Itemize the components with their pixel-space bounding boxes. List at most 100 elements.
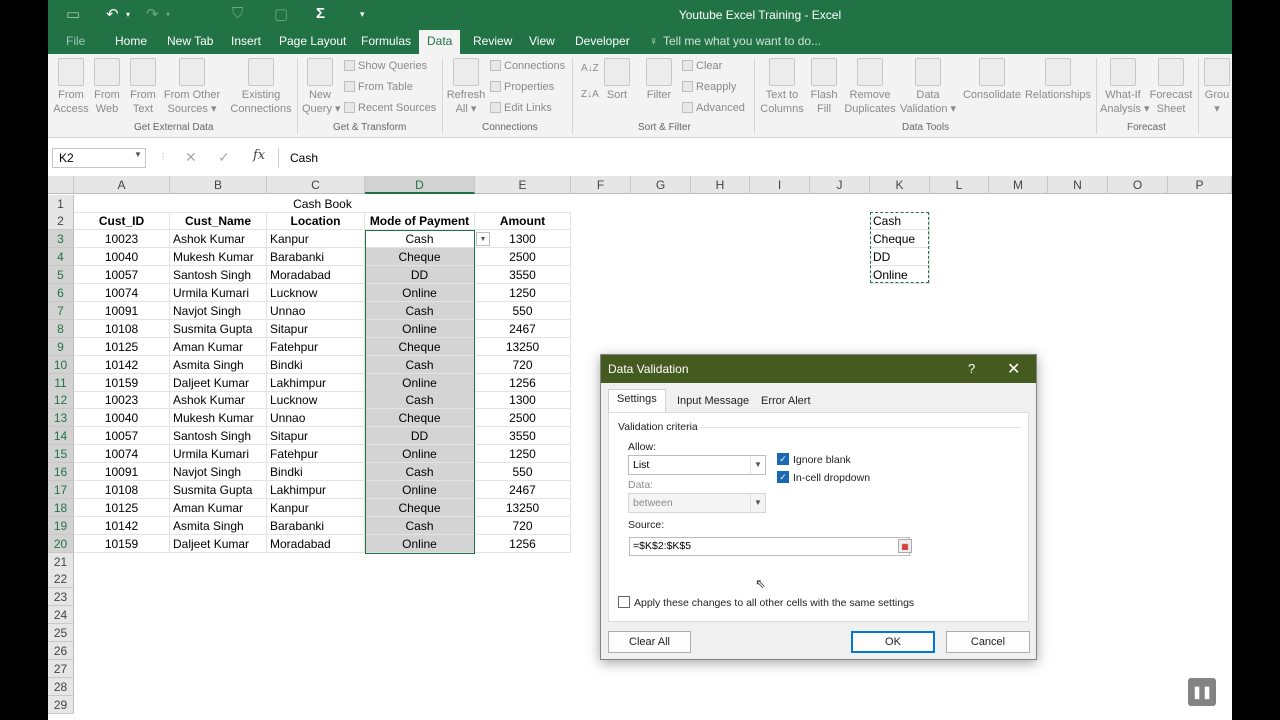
close-icon[interactable]: ✕ [1007, 359, 1020, 379]
table-cell[interactable]: Moradabad [267, 534, 365, 553]
column-header-a[interactable]: A [74, 176, 170, 194]
list-source-cell[interactable]: Cheque [870, 230, 930, 249]
row-header-8[interactable]: 8 [48, 319, 74, 338]
table-cell[interactable]: 3550 [475, 266, 571, 285]
tab-error-alert[interactable]: Error Alert [753, 392, 819, 412]
table-cell[interactable]: 2467 [475, 480, 571, 499]
table-cell[interactable]: 550 [475, 301, 571, 320]
table-cell[interactable]: 13250 [475, 337, 571, 356]
cancel-button[interactable]: Cancel [946, 631, 1030, 653]
table-cell[interactable]: 10074 [74, 445, 170, 464]
row-header-4[interactable]: 4 [48, 248, 74, 267]
table-cell[interactable]: Ashok Kumar [170, 230, 267, 249]
table-cell[interactable]: Urmila Kumari [170, 445, 267, 464]
row-header-29[interactable]: 29 [48, 695, 74, 714]
column-header-p[interactable]: P [1168, 176, 1232, 194]
table-cell[interactable]: 10125 [74, 498, 170, 517]
remove-duplicates-button[interactable]: Remove Duplicates [844, 58, 896, 116]
table-cell[interactable]: 1256 [475, 373, 571, 392]
table-cell[interactable]: 2467 [475, 319, 571, 338]
row-header-26[interactable]: 26 [48, 642, 74, 660]
table-cell[interactable]: Navjot Singh [170, 463, 267, 481]
column-header-l[interactable]: L [930, 176, 989, 194]
table-cell[interactable]: Aman Kumar [170, 337, 267, 356]
table-cell[interactable]: 10159 [74, 373, 170, 392]
ignore-blank-checkbox[interactable]: ✓ [777, 453, 789, 465]
table-cell[interactable]: Susmita Gupta [170, 480, 267, 499]
table-cell[interactable]: 10057 [74, 266, 170, 285]
data-validation-button[interactable]: Data Validation ▾ [898, 58, 958, 116]
header-cell[interactable]: Location [267, 212, 365, 231]
column-header-k[interactable]: K [870, 176, 930, 194]
row-header-1[interactable]: 1 [48, 194, 74, 213]
table-cell[interactable]: 10159 [74, 534, 170, 553]
header-cell[interactable]: Cust_Name [170, 212, 267, 231]
sort-button[interactable]: Sort [601, 58, 633, 102]
table-cell[interactable]: Online [365, 445, 475, 464]
tab-review[interactable]: Review [473, 34, 512, 48]
table-cell[interactable]: 10142 [74, 355, 170, 374]
consolidate-button[interactable]: Consolidate [960, 58, 1024, 102]
filter-button[interactable]: Filter [642, 58, 676, 102]
table-cell[interactable]: Asmita Singh [170, 355, 267, 374]
table-cell[interactable]: Lucknow [267, 391, 365, 410]
column-header-d[interactable]: D [365, 176, 475, 194]
table-cell[interactable]: Barabanki [267, 248, 365, 267]
tab-file[interactable]: File [66, 34, 85, 48]
row-header-9[interactable]: 9 [48, 337, 74, 356]
select-all-corner[interactable] [48, 176, 74, 194]
column-header-c[interactable]: C [267, 176, 365, 194]
table-cell[interactable]: Santosh Singh [170, 427, 267, 446]
table-cell[interactable]: 2500 [475, 248, 571, 267]
table-cell[interactable]: 1250 [475, 445, 571, 464]
table-cell[interactable]: Fatehpur [267, 337, 365, 356]
table-cell[interactable]: Cash [365, 391, 475, 410]
reapply-button[interactable]: Reapply [682, 80, 736, 94]
from-web-button[interactable]: From Web [90, 58, 124, 116]
list-source-cell[interactable]: Online [870, 266, 930, 285]
table-cell[interactable]: Ashok Kumar [170, 391, 267, 410]
row-header-16[interactable]: 16 [48, 463, 74, 481]
table-cell[interactable]: Kanpur [267, 230, 365, 249]
row-header-6[interactable]: 6 [48, 284, 74, 302]
formula-input[interactable]: Cash [278, 148, 1232, 168]
properties-button[interactable]: Properties [490, 80, 554, 94]
row-header-2[interactable]: 2 [48, 212, 74, 231]
name-box[interactable]: K2 [52, 148, 146, 168]
table-cell[interactable]: 10040 [74, 248, 170, 267]
column-header-o[interactable]: O [1108, 176, 1168, 194]
table-cell[interactable]: Cheque [365, 337, 475, 356]
row-header-12[interactable]: 12 [48, 391, 74, 410]
tell-me-box[interactable]: Tell me what you want to do... [663, 34, 821, 48]
table-cell[interactable]: DD [365, 427, 475, 446]
group-outline-button[interactable]: Grou ▾ [1202, 58, 1232, 116]
enter-entry-icon[interactable]: ✓ [218, 149, 230, 166]
help-icon[interactable]: ? [968, 361, 975, 376]
table-cell[interactable]: 13250 [475, 498, 571, 517]
table-cell[interactable]: Fatehpur [267, 445, 365, 464]
table-cell[interactable]: 10040 [74, 409, 170, 428]
table-cell[interactable]: Asmita Singh [170, 516, 267, 535]
table-cell[interactable]: Mukesh Kumar [170, 409, 267, 428]
table-cell[interactable]: 1300 [475, 391, 571, 410]
header-cell[interactable]: Amount [475, 212, 571, 231]
table-cell[interactable]: 720 [475, 516, 571, 535]
table-cell[interactable]: 1256 [475, 534, 571, 553]
cancel-entry-icon[interactable]: ✕ [185, 149, 197, 166]
row-header-24[interactable]: 24 [48, 606, 74, 625]
row-header-20[interactable]: 20 [48, 534, 74, 553]
table-cell[interactable]: Lucknow [267, 284, 365, 302]
table-cell[interactable]: Moradabad [267, 266, 365, 285]
table-cell[interactable]: 10057 [74, 427, 170, 446]
header-cell[interactable]: Mode of Payment [365, 212, 475, 231]
cell-dropdown-button[interactable]: ▼ [476, 232, 490, 246]
new-query-button[interactable]: New Query ▾ [302, 58, 341, 116]
tab-developer[interactable]: Developer [575, 34, 630, 48]
row-header-17[interactable]: 17 [48, 480, 74, 499]
row-header-14[interactable]: 14 [48, 427, 74, 446]
table-cell[interactable]: Sitapur [267, 319, 365, 338]
table-cell[interactable]: Online [365, 534, 475, 553]
row-header-21[interactable]: 21 [48, 552, 74, 571]
row-header-23[interactable]: 23 [48, 588, 74, 607]
existing-connections-button[interactable]: Existing Connections [228, 58, 294, 116]
